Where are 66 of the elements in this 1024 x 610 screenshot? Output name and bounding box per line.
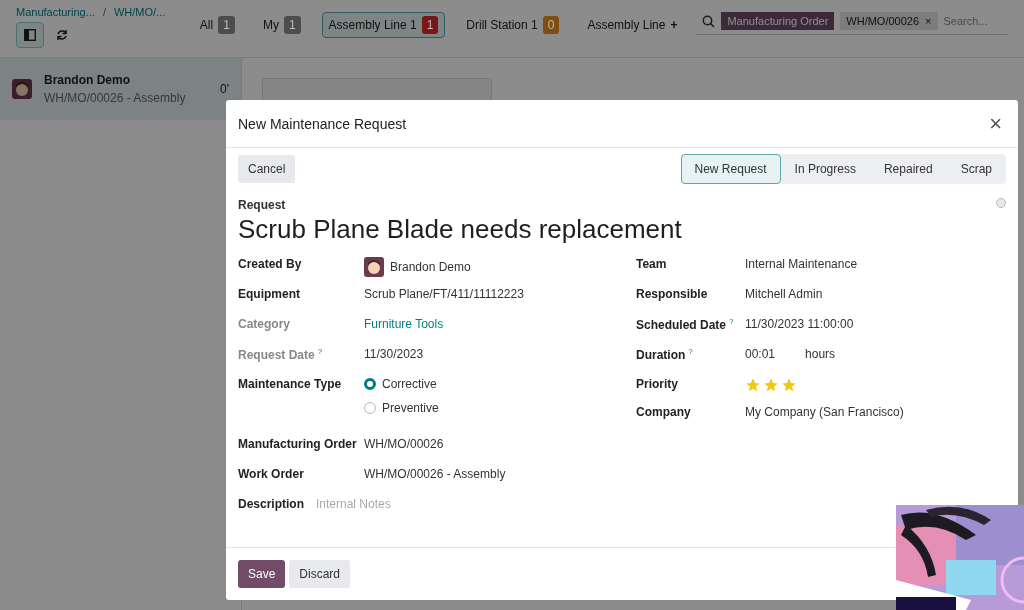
stage-tab[interactable]: In Progress	[780, 154, 870, 184]
filter-tab[interactable]: My 1	[255, 12, 308, 38]
field-label: Team	[636, 257, 668, 271]
count-badge: 1	[218, 16, 235, 34]
add-filter-button[interactable]: Assembly Line +	[580, 14, 685, 36]
radio-label[interactable]: Corrective	[382, 377, 437, 391]
cancel-button[interactable]: Cancel	[238, 155, 296, 183]
field-link[interactable]: Furniture Tools	[364, 317, 636, 331]
duration-field[interactable]: 00:01	[745, 347, 776, 361]
facet-value: WH/MO/00026 ×	[840, 12, 938, 30]
field-label: Equipment	[238, 287, 301, 301]
sidebar-icon	[24, 29, 36, 41]
field-value: WH/MO/00026	[364, 437, 445, 451]
field-value: Internal Maintenance	[745, 257, 859, 271]
count-badge: 1	[283, 16, 301, 34]
filter-tab[interactable]: Assembly Line 1 1	[321, 12, 446, 38]
workorder-item[interactable]: Brandon Demo WH/MO/00026 - Assembly 0'	[0, 58, 241, 120]
search-icon	[702, 14, 716, 28]
field-label: Responsible	[636, 287, 709, 301]
field-label: Created By	[238, 257, 303, 271]
panel-toggle-button[interactable]	[16, 22, 44, 48]
count-badge: 1	[421, 16, 439, 34]
radio-button[interactable]	[364, 378, 376, 390]
star-icon[interactable]	[745, 377, 761, 393]
field-label: Priority	[636, 377, 679, 391]
field-value: 11/30/2023 11:00:00	[745, 317, 855, 331]
radio-button[interactable]	[364, 402, 376, 414]
status-dot-icon[interactable]	[996, 198, 1006, 208]
remove-facet-button[interactable]: ×	[925, 15, 932, 27]
refresh-icon[interactable]	[56, 29, 68, 41]
request-title[interactable]: Scrub Plane Blade needs replacement	[238, 214, 1006, 245]
field-label: Duration $^{?}$	[636, 347, 694, 362]
request-label: Request	[238, 198, 286, 212]
field-label: Manufacturing Order	[238, 437, 358, 451]
field-value: Scrub Plane/FT/411/11112223	[364, 287, 525, 301]
facet-label: Manufacturing Order	[721, 12, 835, 30]
filter-tab[interactable]: Drill Station 1 0	[459, 12, 567, 38]
star-icon[interactable]	[781, 377, 797, 393]
field-value: 11/30/2023	[364, 347, 425, 361]
field-label: Description	[238, 497, 305, 511]
field-label: Category	[238, 317, 291, 331]
count-badge: 0	[542, 16, 560, 34]
radio-label[interactable]: Preventive	[382, 401, 439, 415]
close-button[interactable]: ×	[985, 110, 1006, 137]
discard-button[interactable]: Discard	[289, 560, 351, 588]
unit-label: hours	[805, 347, 836, 361]
field-label: Scheduled Date $^{?}$	[636, 317, 735, 332]
field-label: Request Date $^{?}$	[238, 347, 324, 362]
filter-tab[interactable]: All 1	[192, 12, 242, 38]
stage-tab[interactable]: Repaired	[869, 154, 947, 184]
avatar-icon	[12, 79, 32, 99]
field-label: Maintenance Type	[238, 377, 343, 391]
breadcrumb-separator: /	[102, 6, 106, 18]
stage-tab[interactable]: Scrap	[946, 154, 1006, 184]
search-bar[interactable]: Manufacturing Order WH/MO/00026 × Search...	[696, 8, 1008, 35]
dialog-title: New Maintenance Request	[238, 115, 407, 132]
field-value: Brandon Demo	[390, 260, 471, 274]
save-button[interactable]: Save	[238, 560, 286, 588]
avatar-icon	[364, 257, 384, 277]
stage-tab[interactable]: New Request	[680, 154, 781, 184]
field-value: My Company (San Francisco)	[745, 405, 905, 419]
field-label: Work Order	[238, 467, 305, 481]
field-label: Company	[636, 405, 692, 419]
star-icon[interactable]	[763, 377, 779, 393]
field-value: Mitchell Admin	[745, 287, 824, 301]
field-value: WH/MO/00026 - Assembly	[364, 467, 507, 481]
